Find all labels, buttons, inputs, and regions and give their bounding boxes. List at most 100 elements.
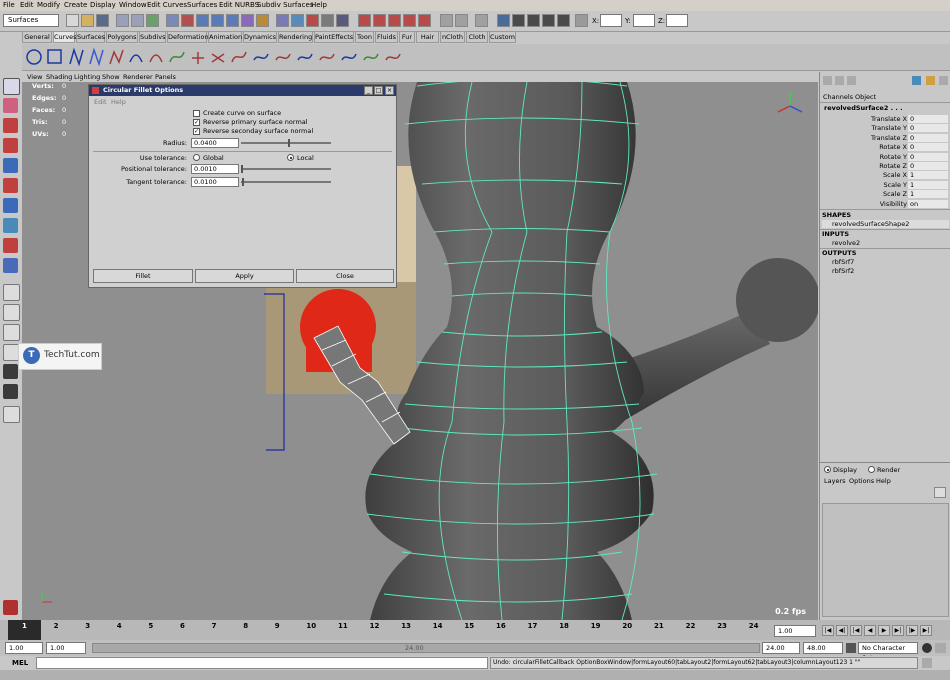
input-ops-icon[interactable]: [358, 14, 371, 27]
circle-curve-icon[interactable]: [26, 49, 42, 65]
single-pane-layout-icon[interactable]: [3, 284, 20, 301]
ep-curve-icon[interactable]: [89, 47, 104, 67]
tangent-tolerance-slider[interactable]: [241, 181, 331, 183]
outliner-layout-icon[interactable]: [3, 364, 18, 379]
square-curve-icon[interactable]: [47, 49, 62, 64]
menu-create[interactable]: Create: [64, 1, 87, 9]
attr-value[interactable]: 1: [908, 171, 948, 180]
input-item[interactable]: revolve2: [832, 239, 860, 247]
attr-label[interactable]: Rotate Y: [880, 153, 907, 161]
radius-slider[interactable]: [241, 142, 331, 144]
display-layers-radio[interactable]: [824, 466, 831, 473]
select-component-icon[interactable]: [146, 14, 159, 27]
attr-value[interactable]: 1: [908, 180, 948, 189]
menu-help[interactable]: Help: [311, 1, 327, 9]
shelf-tab-curves[interactable]: Curves: [53, 31, 77, 43]
fit-bspline-icon[interactable]: [363, 53, 379, 61]
rotate-tool-icon[interactable]: [3, 158, 18, 173]
layer-help-menu[interactable]: Help: [876, 477, 891, 485]
shelf-tab-surfaces[interactable]: Surfaces: [76, 31, 105, 43]
paint-select-tool-icon[interactable]: [3, 118, 18, 133]
soft-modification-icon[interactable]: [3, 218, 18, 233]
tolerance-local-radio[interactable]: [287, 154, 294, 161]
new-layer-icon[interactable]: [934, 487, 946, 498]
coord-z-field[interactable]: [666, 14, 688, 27]
script-editor-icon[interactable]: [922, 658, 932, 668]
attr-value[interactable]: 0: [908, 162, 948, 170]
fillet-button[interactable]: Fillet: [93, 269, 193, 283]
attr-value[interactable]: 0: [908, 115, 948, 123]
shelf-tab-cloth[interactable]: Cloth: [466, 31, 488, 43]
command-language-label[interactable]: MEL: [12, 659, 28, 667]
tangent-slider-thumb[interactable]: [242, 178, 244, 186]
render-current-icon[interactable]: [403, 14, 416, 27]
lasso-tool-icon[interactable]: [3, 98, 18, 113]
snap-view-icon[interactable]: [241, 14, 254, 27]
attr-value[interactable]: 0: [908, 133, 948, 142]
insert-knot-icon[interactable]: [253, 53, 269, 61]
graph-editor-layout-icon[interactable]: [3, 384, 18, 399]
range-bar[interactable]: 24.00: [92, 643, 760, 653]
attribute-editor-toggle-icon[interactable]: [835, 76, 844, 85]
shelf-tab-animation[interactable]: Animation: [208, 31, 242, 43]
character-set-dropdown[interactable]: No Character Set: [858, 642, 918, 662]
two-pane-side-layout-icon[interactable]: [3, 324, 20, 341]
attr-value[interactable]: 0: [908, 143, 948, 152]
transform-icon[interactable]: [475, 14, 488, 27]
dialog-menu-help[interactable]: Help: [111, 98, 126, 106]
tool-settings-toggle-icon[interactable]: [847, 76, 856, 85]
menu-file[interactable]: File: [3, 1, 15, 9]
apply-button[interactable]: Apply: [195, 269, 294, 283]
construction-history-icon[interactable]: [388, 14, 401, 27]
manipulator-tool-icon[interactable]: [3, 198, 18, 213]
channel-key-icon[interactable]: [926, 76, 935, 85]
three-point-arc-icon[interactable]: [149, 54, 163, 63]
detach-curves-icon[interactable]: [211, 53, 225, 63]
select-tool-icon[interactable]: [3, 78, 20, 95]
current-frame-field[interactable]: 1.00: [774, 625, 816, 637]
snap-grid-icon[interactable]: [196, 14, 209, 27]
close-button[interactable]: Close: [296, 269, 394, 283]
shape-item[interactable]: revolvedSurfaceShape2: [832, 220, 909, 228]
arc-icon[interactable]: [129, 54, 143, 63]
step-back-frame-button[interactable]: ◀|: [836, 625, 848, 636]
object-name[interactable]: revolvedSurface2 . . .: [824, 104, 903, 112]
start-time-field[interactable]: 1.00: [5, 642, 43, 654]
show-manipulator-icon[interactable]: [3, 238, 18, 253]
snap-live-icon[interactable]: [256, 14, 269, 27]
cv-curve-icon[interactable]: [69, 47, 84, 67]
end-time-field[interactable]: 48.00: [803, 642, 843, 654]
show-attribute-editor-icon[interactable]: [497, 14, 510, 27]
attr-label[interactable]: Translate Z: [871, 134, 907, 142]
attr-value[interactable]: on: [908, 199, 948, 208]
render-view-icon[interactable]: [291, 14, 304, 27]
vp-menu-show[interactable]: Show: [102, 73, 120, 81]
time-slider[interactable]: 1 2 3 4 5 6 7 8 9 10 11 12 13 14 15 16 17 18 19 20 21 22 23 24 …: [0, 620, 950, 640]
go-to-start-button[interactable]: |◀: [822, 625, 834, 636]
output-item[interactable]: rbfSrf7: [832, 258, 854, 266]
select-hierarchy-icon[interactable]: [116, 14, 129, 27]
play-backward-button[interactable]: ◀: [864, 625, 876, 636]
menu-edit-nurbs[interactable]: Edit NURBS: [219, 1, 259, 9]
shelf-tab-fur[interactable]: Fur: [399, 31, 415, 43]
positional-tolerance-slider[interactable]: [241, 168, 331, 170]
positional-tolerance-field[interactable]: 0.0010: [191, 164, 239, 174]
attr-label[interactable]: Scale Y: [883, 181, 907, 189]
maximize-button[interactable]: □: [374, 86, 383, 95]
step-forward-key-button[interactable]: ▶|: [892, 625, 904, 636]
ipr-icon[interactable]: [418, 14, 431, 27]
menu-set-dropdown[interactable]: Surfaces: [3, 14, 59, 27]
reverse-curve-icon[interactable]: [319, 53, 335, 61]
last-tool-icon[interactable]: [3, 258, 18, 273]
dialog-title-bar[interactable]: Circular Fillet Options: [89, 85, 396, 96]
channels-tab[interactable]: Channels: [823, 93, 853, 101]
attach-curves-icon[interactable]: [192, 52, 204, 64]
layers-menu[interactable]: Layers: [824, 477, 846, 485]
playback-end-field[interactable]: 24.00: [762, 642, 800, 654]
minimize-button[interactable]: _: [364, 86, 373, 95]
open-scene-icon[interactable]: [81, 14, 94, 27]
history-icon[interactable]: [276, 14, 289, 27]
rebuild-curve-icon[interactable]: [341, 53, 357, 61]
new-scene-icon[interactable]: [66, 14, 79, 27]
shelf-tab-dynamics[interactable]: Dynamics: [243, 31, 277, 43]
